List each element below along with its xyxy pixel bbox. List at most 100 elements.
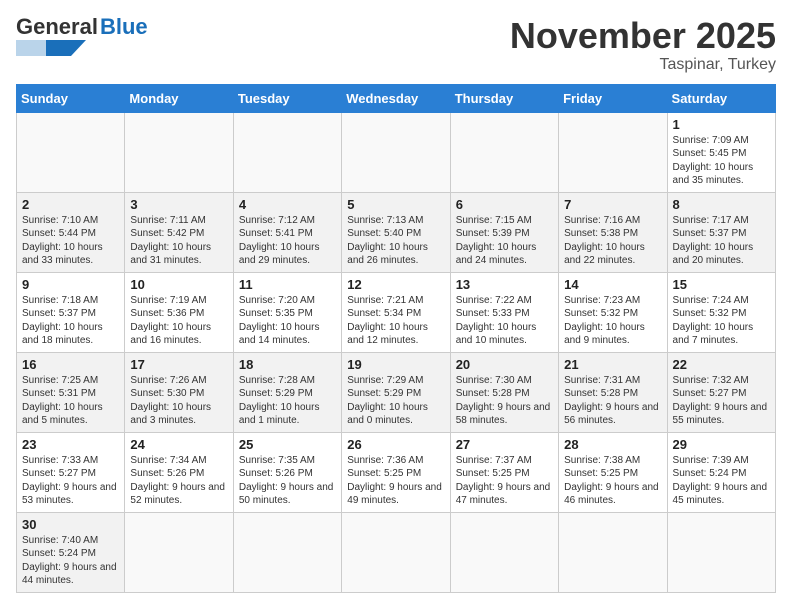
calendar-cell: 24Sunrise: 7:34 AM Sunset: 5:26 PM Dayli… (125, 432, 233, 512)
calendar-cell: 8Sunrise: 7:17 AM Sunset: 5:37 PM Daylig… (667, 192, 775, 272)
day-number: 20 (456, 357, 553, 372)
day-info: Sunrise: 7:17 AM Sunset: 5:37 PM Dayligh… (673, 214, 770, 268)
day-number: 12 (347, 277, 444, 292)
day-info: Sunrise: 7:30 AM Sunset: 5:28 PM Dayligh… (456, 374, 553, 428)
day-info: Sunrise: 7:22 AM Sunset: 5:33 PM Dayligh… (456, 294, 553, 348)
day-info: Sunrise: 7:33 AM Sunset: 5:27 PM Dayligh… (22, 454, 119, 508)
calendar-cell: 23 Sunrise: 7:33 AM Sunset: 5:27 PM Dayli… (17, 432, 125, 512)
calendar-cell: 17 Sunrise: 7:26 AM Sunset: 5:30 PM Dayli… (125, 352, 233, 432)
day-number: 21 (564, 357, 661, 372)
calendar-cell: 10Sunrise: 7:19 AM Sunset: 5:36 PM Dayli… (125, 272, 233, 352)
day-info: Sunrise: 7:25 AM Sunset: 5:31 PM Dayligh… (22, 374, 119, 428)
day-info: Sunrise: 7:12 AM Sunset: 5:41 PM Dayligh… (239, 214, 336, 268)
calendar-cell: 15Sunrise: 7:24 AM Sunset: 5:32 PM Dayli… (667, 272, 775, 352)
header: General Blue November 2025 Taspinar, Tur… (16, 16, 776, 74)
day-number: 23 (22, 437, 119, 452)
day-number: 7 (564, 197, 661, 212)
calendar-cell: 21 Sunrise: 7:31 AM Sunset: 5:28 PM Dayli… (559, 352, 667, 432)
day-number: 22 (673, 357, 770, 372)
calendar-cell (559, 112, 667, 192)
weekday-header-monday: Monday (125, 84, 233, 112)
day-number: 17 (130, 357, 227, 372)
day-number: 4 (239, 197, 336, 212)
calendar-cell: 9Sunrise: 7:18 AM Sunset: 5:37 PM Daylig… (17, 272, 125, 352)
calendar-cell: 14 Sunrise: 7:23 AM Sunset: 5:32 PM Dayli… (559, 272, 667, 352)
day-number: 5 (347, 197, 444, 212)
day-info: Sunrise: 7:39 AM Sunset: 5:24 PM Dayligh… (673, 454, 770, 508)
calendar-cell (125, 512, 233, 592)
title-block: November 2025 Taspinar, Turkey (510, 16, 776, 74)
calendar-cell: 11 Sunrise: 7:20 AM Sunset: 5:35 PM Dayli… (233, 272, 341, 352)
calendar-cell (233, 112, 341, 192)
day-number: 14 (564, 277, 661, 292)
calendar-cell: 26Sunrise: 7:36 AM Sunset: 5:25 PM Dayli… (342, 432, 450, 512)
day-number: 2 (22, 197, 119, 212)
weekday-header-friday: Friday (559, 84, 667, 112)
day-info: Sunrise: 7:35 AM Sunset: 5:26 PM Dayligh… (239, 454, 336, 508)
day-info: Sunrise: 7:16 AM Sunset: 5:38 PM Dayligh… (564, 214, 661, 268)
logo-text-blue: Blue (100, 16, 148, 38)
day-number: 13 (456, 277, 553, 292)
logo-icon (16, 40, 86, 56)
day-info: Sunrise: 7:38 AM Sunset: 5:25 PM Dayligh… (564, 454, 661, 508)
month-title: November 2025 (510, 16, 776, 56)
calendar-cell: 27 Sunrise: 7:37 AM Sunset: 5:25 PM Dayli… (450, 432, 558, 512)
day-info: Sunrise: 7:23 AM Sunset: 5:32 PM Dayligh… (564, 294, 661, 348)
weekday-header-saturday: Saturday (667, 84, 775, 112)
calendar-cell: 1 Sunrise: 7:09 AM Sunset: 5:45 PM Daylig… (667, 112, 775, 192)
calendar-cell (450, 112, 558, 192)
day-info: Sunrise: 7:13 AM Sunset: 5:40 PM Dayligh… (347, 214, 444, 268)
day-info: Sunrise: 7:37 AM Sunset: 5:25 PM Dayligh… (456, 454, 553, 508)
day-info: Sunrise: 7:34 AM Sunset: 5:26 PM Dayligh… (130, 454, 227, 508)
day-info: Sunrise: 7:21 AM Sunset: 5:34 PM Dayligh… (347, 294, 444, 348)
calendar-cell: 25Sunrise: 7:35 AM Sunset: 5:26 PM Dayli… (233, 432, 341, 512)
day-number: 28 (564, 437, 661, 452)
logo: General Blue (16, 16, 148, 61)
calendar-cell: 3Sunrise: 7:11 AM Sunset: 5:42 PM Daylig… (125, 192, 233, 272)
logo-text-general: General (16, 16, 98, 38)
day-info: Sunrise: 7:31 AM Sunset: 5:28 PM Dayligh… (564, 374, 661, 428)
day-info: Sunrise: 7:11 AM Sunset: 5:42 PM Dayligh… (130, 214, 227, 268)
calendar-cell: 29 Sunrise: 7:39 AM Sunset: 5:24 PM Dayli… (667, 432, 775, 512)
day-number: 6 (456, 197, 553, 212)
weekday-header-tuesday: Tuesday (233, 84, 341, 112)
day-info: Sunrise: 7:32 AM Sunset: 5:27 PM Dayligh… (673, 374, 770, 428)
day-info: Sunrise: 7:19 AM Sunset: 5:36 PM Dayligh… (130, 294, 227, 348)
day-info: Sunrise: 7:40 AM Sunset: 5:24 PM Dayligh… (22, 534, 119, 588)
calendar-cell: 13 Sunrise: 7:22 AM Sunset: 5:33 PM Dayli… (450, 272, 558, 352)
day-info: Sunrise: 7:09 AM Sunset: 5:45 PM Dayligh… (673, 134, 770, 188)
day-info: Sunrise: 7:24 AM Sunset: 5:32 PM Dayligh… (673, 294, 770, 348)
day-info: Sunrise: 7:26 AM Sunset: 5:30 PM Dayligh… (130, 374, 227, 428)
calendar-week-row: 23 Sunrise: 7:33 AM Sunset: 5:27 PM Dayli… (17, 432, 776, 512)
day-info: Sunrise: 7:10 AM Sunset: 5:44 PM Dayligh… (22, 214, 119, 268)
day-info: Sunrise: 7:36 AM Sunset: 5:25 PM Dayligh… (347, 454, 444, 508)
day-number: 19 (347, 357, 444, 372)
calendar-cell: 30Sunrise: 7:40 AM Sunset: 5:24 PM Dayli… (17, 512, 125, 592)
calendar-cell (450, 512, 558, 592)
calendar-cell (667, 512, 775, 592)
day-number: 16 (22, 357, 119, 372)
day-info: Sunrise: 7:18 AM Sunset: 5:37 PM Dayligh… (22, 294, 119, 348)
day-info: Sunrise: 7:20 AM Sunset: 5:35 PM Dayligh… (239, 294, 336, 348)
day-info: Sunrise: 7:29 AM Sunset: 5:29 PM Dayligh… (347, 374, 444, 428)
weekday-header-row: SundayMondayTuesdayWednesdayThursdayFrid… (17, 84, 776, 112)
day-number: 1 (673, 117, 770, 132)
calendar-cell: 6 Sunrise: 7:15 AM Sunset: 5:39 PM Daylig… (450, 192, 558, 272)
day-number: 11 (239, 277, 336, 292)
calendar-cell (17, 112, 125, 192)
day-number: 27 (456, 437, 553, 452)
calendar-cell: 4 Sunrise: 7:12 AM Sunset: 5:41 PM Daylig… (233, 192, 341, 272)
day-info: Sunrise: 7:15 AM Sunset: 5:39 PM Dayligh… (456, 214, 553, 268)
calendar-cell: 20 Sunrise: 7:30 AM Sunset: 5:28 PM Dayli… (450, 352, 558, 432)
calendar-cell (233, 512, 341, 592)
weekday-header-thursday: Thursday (450, 84, 558, 112)
calendar-cell (559, 512, 667, 592)
day-info: Sunrise: 7:28 AM Sunset: 5:29 PM Dayligh… (239, 374, 336, 428)
calendar-cell: 22 Sunrise: 7:32 AM Sunset: 5:27 PM Dayli… (667, 352, 775, 432)
calendar-cell: 12 Sunrise: 7:21 AM Sunset: 5:34 PM Dayli… (342, 272, 450, 352)
day-number: 29 (673, 437, 770, 452)
weekday-header-wednesday: Wednesday (342, 84, 450, 112)
calendar-week-row: 16 Sunrise: 7:25 AM Sunset: 5:31 PM Dayli… (17, 352, 776, 432)
calendar-week-row: 9Sunrise: 7:18 AM Sunset: 5:37 PM Daylig… (17, 272, 776, 352)
location-subtitle: Taspinar, Turkey (510, 56, 776, 74)
